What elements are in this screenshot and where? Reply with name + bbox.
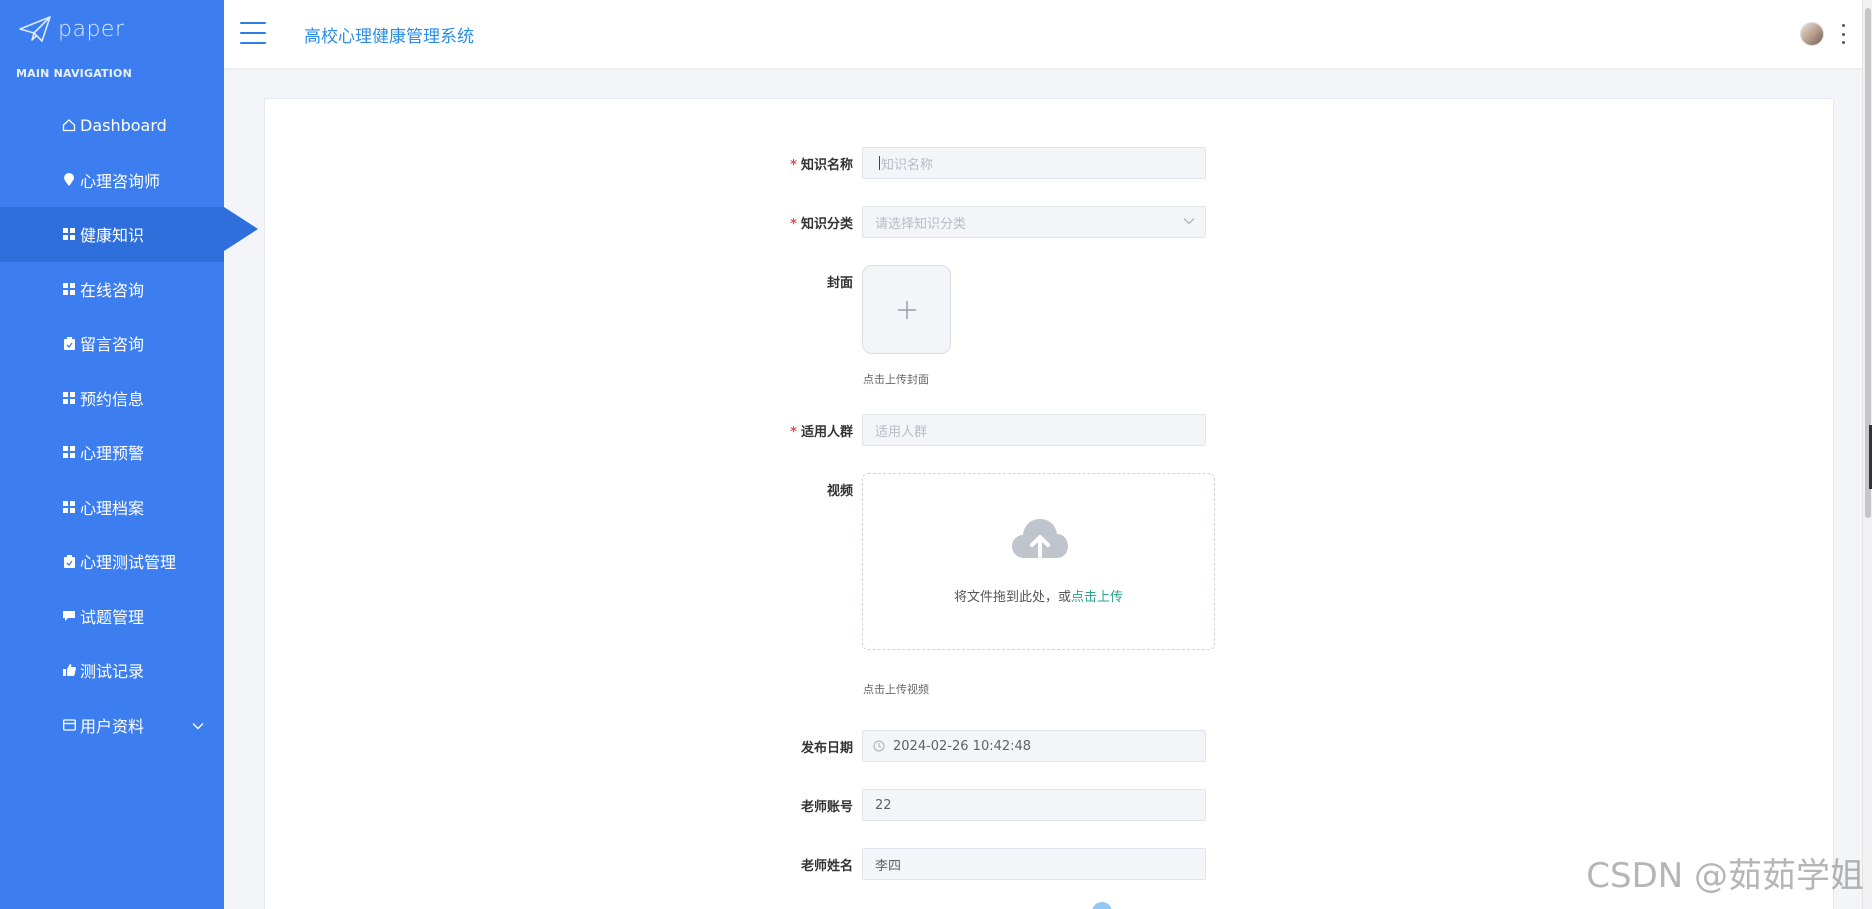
grid-icon [62, 391, 76, 405]
publish-date-label: 发布日期 [800, 741, 853, 756]
clock-icon [873, 740, 885, 752]
publish-date-picker[interactable]: 2024-02-26 10:42:48 [862, 730, 1206, 762]
knowledge-name-input[interactable]: 知识名称 [862, 147, 1206, 179]
logo[interactable]: paper [18, 12, 125, 46]
sidebar-item-label: 测试记录 [80, 662, 145, 682]
clipboard-icon [62, 336, 76, 350]
plus-icon [897, 300, 916, 319]
sidebar: paper MAIN NAVIGATION Dashboard 心理咨询师 健康… [0, 0, 258, 909]
sidebar-item-label: 心理咨询师 [80, 171, 161, 191]
chevron-down-icon[interactable] [192, 715, 204, 734]
required-asterisk: * [790, 217, 797, 232]
sidebar-item-label: 在线咨询 [80, 280, 145, 300]
chevron-down-icon [1183, 215, 1195, 230]
knowledge-category-label: * 知识分类 [790, 217, 853, 232]
sidebar-item-label: Dashboard [80, 115, 167, 135]
teacher-name-label: 老师姓名 [800, 859, 853, 874]
paper-plane-icon [19, 16, 51, 42]
thumbs-up-icon [62, 663, 76, 677]
cover-upload-button[interactable] [862, 265, 951, 354]
clipboard-icon [62, 554, 76, 568]
grid-icon [62, 227, 76, 241]
home-icon [62, 118, 76, 132]
video-hint: 点击上传视频 [863, 683, 929, 696]
sidebar-item-test-records[interactable]: 测试记录 [0, 643, 224, 698]
click-upload-link[interactable]: 点击上传 [1071, 590, 1123, 605]
cloud-upload-icon [1012, 519, 1068, 558]
card-icon [62, 718, 76, 732]
grid-icon [62, 282, 76, 296]
sidebar-item-question-management[interactable]: 试题管理 [0, 589, 224, 644]
sidebar-item-counselors[interactable]: 心理咨询师 [0, 153, 224, 208]
sidebar-item-label: 心理测试管理 [80, 553, 177, 573]
sidebar-item-label: 心理预警 [80, 444, 145, 464]
sidebar-item-label: 试题管理 [80, 607, 145, 627]
sidebar-item-online-consult[interactable]: 在线咨询 [0, 262, 224, 317]
main-navigation: Dashboard 心理咨询师 健康知识 在线咨询 留言咨询 预约信息 心理预警… [0, 98, 258, 753]
avatar[interactable] [1800, 22, 1824, 46]
menu-toggle-icon[interactable] [240, 22, 266, 44]
sidebar-item-appointments[interactable]: 预约信息 [0, 371, 224, 426]
logo-text: paper [58, 16, 125, 42]
location-pin-icon [62, 172, 76, 187]
comment-icon [62, 609, 76, 623]
app-title: 高校心理健康管理系统 [304, 27, 474, 47]
knowledge-category-select[interactable]: 请选择知识分类 [862, 206, 1206, 238]
drag-instructions: 将文件拖到此处，或点击上传 [953, 590, 1124, 605]
sidebar-item-label: 留言咨询 [80, 335, 145, 355]
teacher-account-label: 老师账号 [800, 800, 853, 815]
sidebar-item-user-profile[interactable]: 用户资料 [0, 698, 224, 753]
nav-heading: MAIN NAVIGATION [16, 67, 133, 80]
cover-hint: 点击上传封面 [863, 373, 929, 386]
video-upload-dragger[interactable]: 将文件拖到此处，或点击上传 [862, 473, 1215, 650]
sidebar-item-warnings[interactable]: 心理预警 [0, 425, 224, 480]
grid-icon [62, 445, 76, 459]
cover-label: 封面 [826, 276, 853, 291]
sidebar-item-label: 用户资料 [80, 716, 145, 736]
required-asterisk: * [790, 158, 797, 173]
top-header: 高校心理健康管理系统 [224, 0, 1872, 68]
required-asterisk: * [790, 425, 797, 440]
teacher-name-input[interactable]: 李四 [862, 848, 1206, 880]
watermark: CSDN @茹茹学姐 [1586, 856, 1864, 896]
more-vertical-icon[interactable] [1840, 24, 1846, 44]
audience-label: * 适用人群 [790, 425, 853, 440]
sidebar-item-label: 健康知识 [80, 226, 145, 246]
video-label: 视频 [826, 484, 853, 499]
teacher-account-input[interactable]: 22 [862, 789, 1206, 821]
sidebar-item-dashboard[interactable]: Dashboard [0, 98, 224, 153]
sidebar-item-health-knowledge[interactable]: 健康知识 [0, 207, 258, 262]
form-card: * 知识名称 知识名称 * 知识分类 请选择知识分类 封面 点击上传封面 * 适用人群 [264, 98, 1834, 909]
sidebar-item-message-consult[interactable]: 留言咨询 [0, 316, 224, 371]
knowledge-name-label: * 知识名称 [790, 158, 853, 173]
sidebar-item-label: 心理档案 [80, 498, 145, 518]
sidebar-item-records[interactable]: 心理档案 [0, 480, 224, 535]
sidebar-item-test-management[interactable]: 心理测试管理 [0, 534, 224, 589]
sidebar-item-label: 预约信息 [80, 389, 145, 409]
audience-input[interactable]: 适用人群 [862, 414, 1206, 446]
grid-icon [62, 500, 76, 514]
